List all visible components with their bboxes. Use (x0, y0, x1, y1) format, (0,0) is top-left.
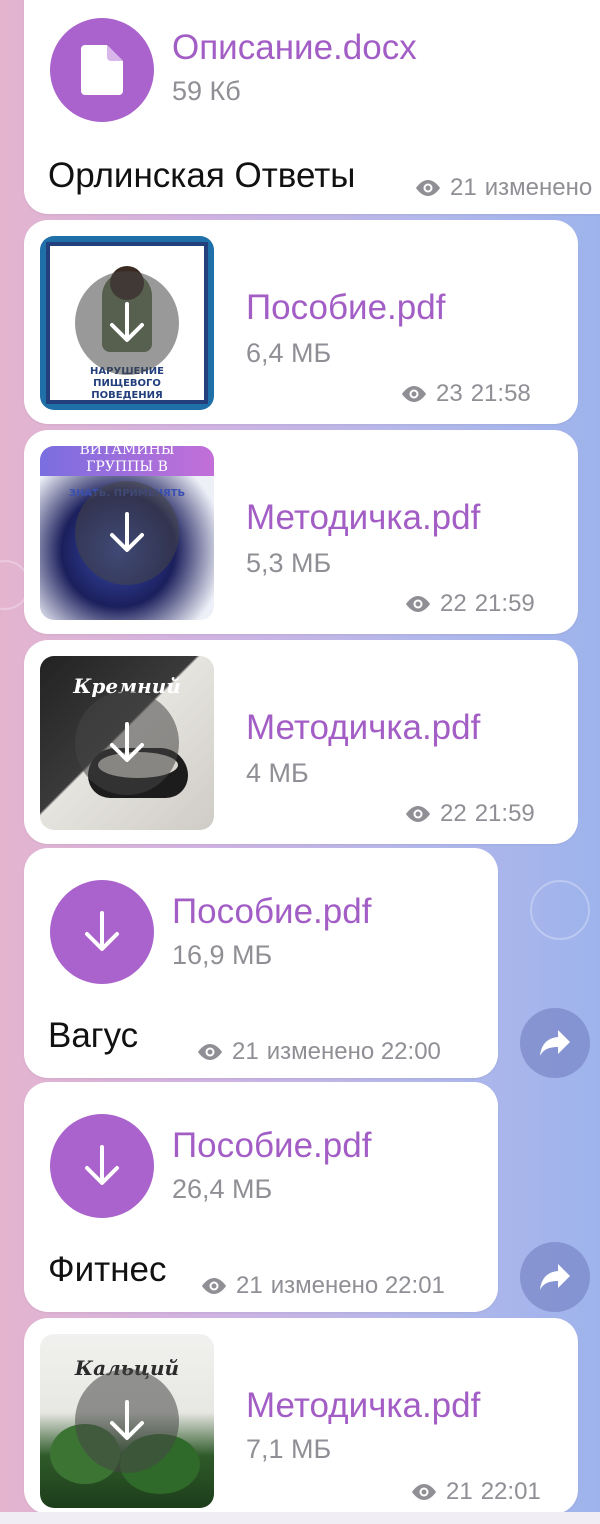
file-size: 7,1 МБ (246, 1434, 332, 1464)
view-count: 21 (232, 1038, 259, 1065)
download-arrow-icon (85, 1145, 119, 1185)
message-time: изменено 22:01 (270, 1272, 445, 1299)
eye-icon (412, 1484, 436, 1500)
eye-icon (406, 806, 430, 822)
message-time: 21:58 (470, 380, 531, 407)
file-name[interactable]: Методичка.pdf (246, 1386, 480, 1426)
background-doodle (530, 880, 590, 940)
file-size: 6,4 МБ (246, 338, 332, 368)
view-count: 23 (436, 380, 463, 407)
message-meta: 22 21:59 (404, 590, 535, 618)
share-button[interactable] (520, 1242, 590, 1312)
download-arrow-icon (110, 1400, 144, 1440)
message-bubble[interactable]: Кальций Методичка.pdf 7,1 МБ 21 22:01 (24, 1318, 578, 1514)
message-meta: 23 21:58 (400, 380, 531, 408)
file-name[interactable]: Пособие.pdf (246, 288, 445, 328)
thumbnail-title: ВИТАМИНЫ ГРУППЫ В (79, 446, 175, 475)
view-count: 22 (440, 800, 467, 827)
share-button[interactable] (520, 1008, 590, 1078)
document-icon-button[interactable] (50, 18, 154, 122)
bottom-bar (0, 1512, 600, 1524)
eye-icon (402, 386, 426, 402)
file-size: 26,4 МБ (172, 1174, 273, 1204)
message-time: изменено 22:00 (266, 1038, 441, 1065)
share-arrow-icon (540, 1264, 570, 1290)
message-time: изменено (484, 174, 593, 201)
download-button[interactable] (50, 880, 154, 984)
view-count: 21 (450, 174, 477, 201)
file-name[interactable]: Методичка.pdf (246, 708, 480, 748)
download-arrow-icon (85, 911, 119, 951)
file-thumbnail[interactable]: ВИТАМИНЫ ГРУППЫ В ЗНАТЬ. ПРИМЕНЯТЬ (40, 446, 214, 620)
download-arrow-icon (110, 722, 144, 762)
eye-icon (416, 180, 440, 196)
file-size: 59 Кб (172, 76, 241, 106)
download-button[interactable] (75, 481, 179, 585)
file-name[interactable]: Описание.docx (172, 28, 417, 68)
download-button[interactable] (75, 271, 179, 375)
share-arrow-icon (540, 1030, 570, 1056)
eye-icon (202, 1278, 226, 1294)
download-button[interactable] (75, 691, 179, 795)
download-button[interactable] (50, 1114, 154, 1218)
view-count: 21 (236, 1272, 263, 1299)
file-name[interactable]: Пособие.pdf (172, 892, 371, 932)
message-time: 21:59 (474, 590, 535, 617)
message-meta: 21 изменено 22:00 (196, 1038, 441, 1066)
file-size: 5,3 МБ (246, 548, 332, 578)
view-count: 21 (446, 1478, 473, 1505)
file-name[interactable]: Методичка.pdf (246, 498, 480, 538)
message-bubble[interactable]: ВИТАМИНЫ ГРУППЫ В ЗНАТЬ. ПРИМЕНЯТЬ Метод… (24, 430, 578, 634)
file-thumbnail[interactable]: Кремний (40, 656, 214, 830)
message-bubble[interactable]: Описание.docx 59 Кб Орлинская Ответы 21 … (24, 0, 600, 214)
message-caption: Фитнес (48, 1250, 167, 1289)
message-bubble[interactable]: Кремний Методичка.pdf 4 МБ 22 21:59 (24, 640, 578, 844)
message-meta: 21 22:01 (410, 1478, 541, 1506)
message-meta: 21 изменено (414, 174, 592, 202)
file-size: 4 МБ (246, 758, 309, 788)
message-time: 21:59 (474, 800, 535, 827)
file-size: 16,9 МБ (172, 940, 273, 970)
message-meta: 21 изменено 22:01 (200, 1272, 445, 1300)
download-button[interactable] (75, 1369, 179, 1473)
eye-icon (406, 596, 430, 612)
eye-icon (198, 1044, 222, 1060)
download-arrow-icon (110, 512, 144, 552)
message-time: 22:01 (480, 1478, 541, 1505)
file-name[interactable]: Пособие.pdf (172, 1126, 371, 1166)
document-icon (81, 45, 123, 95)
view-count: 22 (440, 590, 467, 617)
message-caption: Орлинская Ответы (48, 156, 356, 195)
message-bubble[interactable]: НАРУШЕНИЕ ПИЩЕВОГО ПОВЕДЕНИЯ Пособие.pdf… (24, 220, 578, 424)
file-thumbnail[interactable]: НАРУШЕНИЕ ПИЩЕВОГО ПОВЕДЕНИЯ (40, 236, 214, 410)
message-bubble[interactable]: Пособие.pdf 16,9 МБ Вагус 21 изменено 22… (24, 848, 498, 1078)
download-arrow-icon (110, 302, 144, 342)
message-meta: 22 21:59 (404, 800, 535, 828)
message-caption: Вагус (48, 1016, 139, 1055)
file-thumbnail[interactable]: Кальций (40, 1334, 214, 1508)
message-bubble[interactable]: Пособие.pdf 26,4 МБ Фитнес 21 изменено 2… (24, 1082, 498, 1312)
